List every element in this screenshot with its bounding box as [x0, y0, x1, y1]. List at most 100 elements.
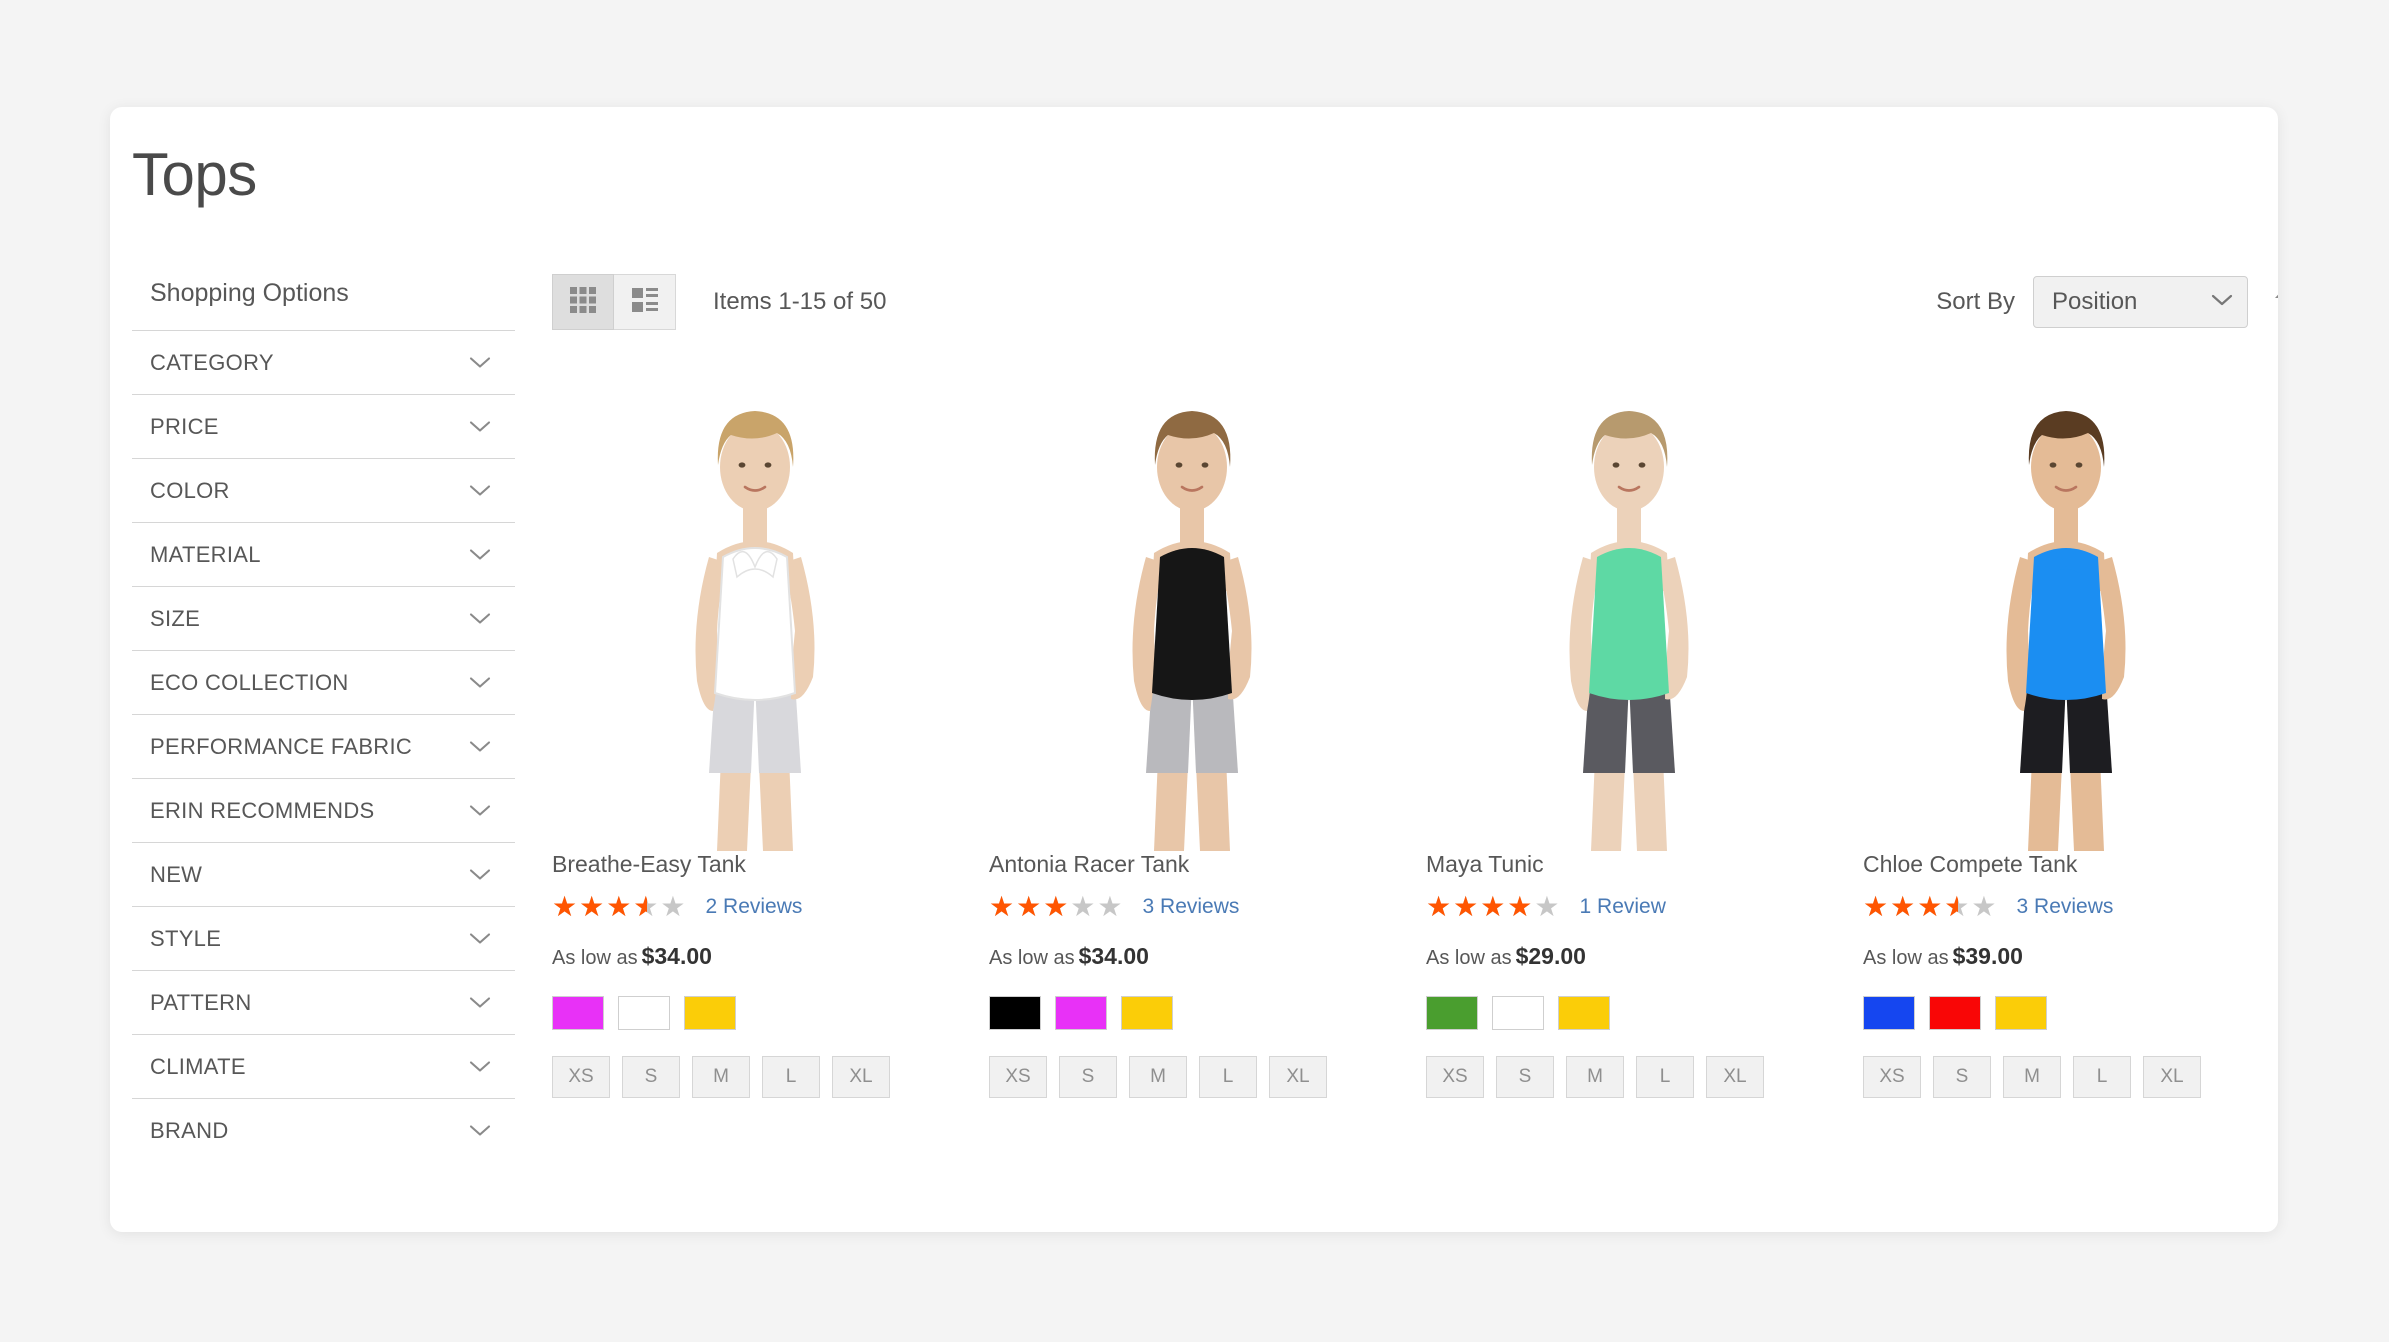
sort-by-label: Sort By — [1936, 288, 2015, 315]
filter-item-label: PATTERN — [150, 989, 252, 1015]
product-image[interactable] — [552, 381, 957, 851]
size-option[interactable]: S — [1933, 1055, 1991, 1098]
product-list-main: Items 1-15 of 50 Sort By Position Breath… — [515, 274, 2278, 1162]
size-option[interactable]: XL — [1706, 1055, 1764, 1098]
chevron-down-icon — [469, 420, 491, 433]
size-option[interactable]: XL — [832, 1055, 890, 1098]
sort-direction-ascending-button[interactable] — [2270, 284, 2278, 320]
color-swatch[interactable] — [1995, 995, 2047, 1030]
size-option[interactable]: XS — [552, 1055, 610, 1098]
chevron-down-icon — [2211, 293, 2233, 312]
product-price: As low as $34.00 — [989, 943, 1394, 970]
filter-item-label: STYLE — [150, 925, 222, 951]
filter-item-performance-fabric[interactable]: PERFORMANCE FABRIC — [132, 714, 515, 778]
product-color-swatches — [989, 995, 1394, 1030]
product-card: Maya Tunic ★★★★★★★★★★ 1 Review As low as$29… — [1426, 381, 1863, 1098]
color-swatch[interactable] — [1055, 995, 1107, 1030]
filter-item-brand[interactable]: BRAND — [132, 1098, 515, 1162]
product-reviews-link[interactable]: 1 Review — [1580, 895, 1666, 919]
size-option[interactable]: XS — [1426, 1055, 1484, 1098]
color-swatch[interactable] — [618, 995, 670, 1030]
filter-item-erin-recommends[interactable]: ERIN RECOMMENDS — [132, 778, 515, 842]
filter-item-eco-collection[interactable]: ECO COLLECTION — [132, 650, 515, 714]
color-swatch[interactable] — [552, 995, 604, 1030]
price-amount: $34.00 — [1078, 942, 1149, 969]
product-name-link[interactable]: Maya Tunic — [1426, 851, 1544, 877]
product-name-link[interactable]: Chloe Compete Tank — [1863, 851, 2077, 877]
color-swatch[interactable] — [1121, 995, 1173, 1030]
product-card: Breathe-Easy Tank ★★★★★★★★★★ 2 Reviews As l… — [552, 381, 989, 1098]
product-image[interactable] — [1426, 381, 1831, 851]
sort-by-select[interactable]: Position — [2033, 276, 2248, 328]
color-swatch[interactable] — [1863, 995, 1915, 1030]
size-option[interactable]: M — [1129, 1055, 1187, 1098]
product-card: Antonia Racer Tank ★★★★★★★★★★ 3 Reviews As … — [989, 381, 1426, 1098]
price-prefix-label: As low as — [989, 946, 1075, 969]
product-reviews-link[interactable]: 3 Reviews — [2017, 895, 2114, 919]
product-card: Chloe Compete Tank ★★★★★★★★★★ 3 Reviews As … — [1863, 381, 2278, 1098]
filter-item-material[interactable]: MATERIAL — [132, 522, 515, 586]
star-rating-icon: ★★★★★★★★★★ — [989, 890, 1125, 922]
chevron-down-icon — [469, 804, 491, 817]
size-option[interactable]: S — [622, 1055, 680, 1098]
category-page-card: Tops Shopping Options CATEGORY PRICE COLOR… — [110, 107, 2278, 1232]
size-option[interactable]: XL — [1269, 1055, 1327, 1098]
product-color-swatches — [1863, 995, 2268, 1030]
filter-item-style[interactable]: STYLE — [132, 906, 515, 970]
product-image[interactable] — [989, 381, 1394, 851]
filter-item-label: CLIMATE — [150, 1053, 246, 1079]
color-swatch[interactable] — [1426, 995, 1478, 1030]
item-count-text: Items 1-15 of 50 — [713, 288, 887, 315]
product-rating: ★★★★★★★★★★ 3 Reviews — [989, 890, 1394, 922]
size-option[interactable]: S — [1496, 1055, 1554, 1098]
filter-item-price[interactable]: PRICE — [132, 394, 515, 458]
grid-view-button[interactable] — [552, 274, 614, 330]
price-amount: $39.00 — [1952, 942, 2023, 969]
product-image[interactable] — [1863, 381, 2268, 851]
filter-item-pattern[interactable]: PATTERN — [132, 970, 515, 1034]
filter-item-label: MATERIAL — [150, 541, 261, 567]
size-option[interactable]: M — [1566, 1055, 1624, 1098]
sort-controls: Sort By Position — [1936, 276, 2278, 328]
filter-item-category[interactable]: CATEGORY — [132, 330, 515, 394]
filter-item-label: ERIN RECOMMENDS — [150, 797, 375, 823]
product-reviews-link[interactable]: 3 Reviews — [1143, 895, 1240, 919]
star-rating-icon: ★★★★★★★★★★ — [1863, 890, 1999, 922]
color-swatch[interactable] — [684, 995, 736, 1030]
filter-item-new[interactable]: NEW — [132, 842, 515, 906]
arrow-up-icon — [2273, 285, 2278, 320]
product-size-options: XS S M L XL — [1426, 1055, 1831, 1098]
product-rating: ★★★★★★★★★★ 1 Review — [1426, 892, 1831, 921]
size-option[interactable]: XS — [989, 1055, 1047, 1098]
filter-item-climate[interactable]: CLIMATE — [132, 1034, 515, 1098]
chevron-down-icon — [469, 1124, 491, 1137]
product-name-link[interactable]: Antonia Racer Tank — [989, 851, 1189, 877]
size-option[interactable]: S — [1059, 1055, 1117, 1098]
color-swatch[interactable] — [989, 995, 1041, 1030]
size-option[interactable]: M — [692, 1055, 750, 1098]
size-option[interactable]: XL — [2143, 1055, 2201, 1098]
size-option[interactable]: L — [762, 1055, 820, 1098]
product-rating: ★★★★★★★★★★ 2 Reviews — [552, 892, 957, 921]
chevron-down-icon — [469, 932, 491, 945]
filter-item-label: NEW — [150, 861, 203, 887]
color-swatch[interactable] — [1558, 995, 1610, 1030]
product-color-swatches — [1426, 995, 1831, 1030]
product-name-link[interactable]: Breathe-Easy Tank — [552, 851, 746, 877]
chevron-down-icon — [469, 676, 491, 689]
price-prefix-label: As low as — [552, 946, 638, 969]
size-option[interactable]: M — [2003, 1055, 2061, 1098]
size-option[interactable]: L — [2073, 1055, 2131, 1098]
size-option[interactable]: XS — [1863, 1055, 1921, 1098]
size-option[interactable]: L — [1199, 1055, 1257, 1098]
color-swatch[interactable] — [1492, 995, 1544, 1030]
filter-item-size[interactable]: SIZE — [132, 586, 515, 650]
list-view-button[interactable] — [614, 274, 676, 330]
filter-item-label: BRAND — [150, 1117, 229, 1143]
size-option[interactable]: L — [1636, 1055, 1694, 1098]
chevron-down-icon — [469, 740, 491, 753]
color-swatch[interactable] — [1929, 995, 1981, 1030]
filter-item-label: SIZE — [150, 605, 201, 631]
product-reviews-link[interactable]: 2 Reviews — [706, 895, 803, 919]
filter-item-color[interactable]: COLOR — [132, 458, 515, 522]
